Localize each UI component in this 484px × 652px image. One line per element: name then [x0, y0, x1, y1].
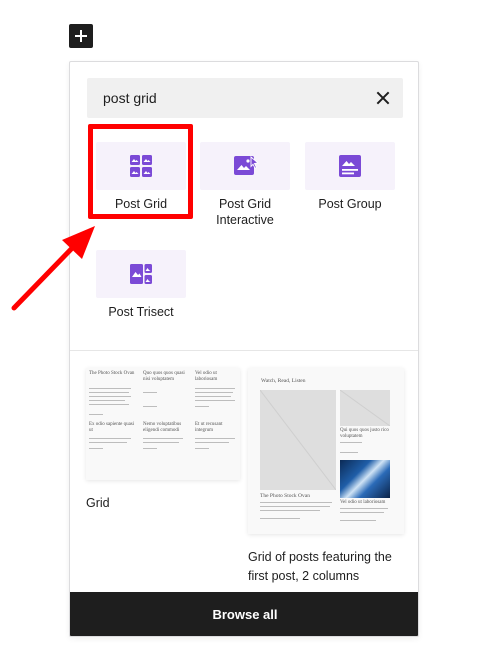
preview-post-title: Quo quos quos quasi nisi voluptatem [143, 371, 185, 382]
preview-post-title: The Photo Stock Ovan [89, 371, 135, 376]
post-group-icon [339, 155, 361, 177]
preview-ocean-image [340, 460, 390, 498]
block-tile [96, 250, 186, 298]
block-label: Post Trisect [108, 305, 174, 319]
divider [70, 350, 418, 351]
preview-post-title: Vel odio ut laboriosam [195, 371, 218, 382]
block-label: Post Grid [114, 197, 168, 211]
preview-post-title: Et ut recusant integrum [195, 422, 223, 433]
block-post-trisect[interactable]: Post Trisect [96, 250, 186, 320]
preview-post-title: Nemo voluptatibus eligendi commodi [143, 422, 182, 433]
post-trisect-icon [130, 264, 152, 284]
block-inserter-panel: Post Grid Post Grid Interactive Post Gro… [69, 61, 419, 637]
pattern-label: Grid of posts featuring the first post, … [248, 550, 392, 583]
pattern-preview: Watch, Read, Listen The Photo Stock Ovan… [248, 368, 404, 534]
block-tile [305, 142, 395, 190]
pattern-preview: The Photo Stock Ovan Quo quos quos quasi… [86, 368, 240, 480]
preview-post-title: Ex odio sapiente quasi ut [89, 422, 135, 433]
post-grid-icon [130, 155, 152, 177]
block-label: Post Group [318, 197, 382, 211]
preview-post-title: Qui quos quos justo rico voluptatem [340, 428, 389, 439]
block-post-grid[interactable]: Post Grid [96, 142, 186, 212]
block-post-grid-interactive[interactable]: Post Grid Interactive [200, 142, 290, 228]
block-label: Post Grid Interactive [216, 197, 274, 227]
preview-post-title: The Photo Stock Ovan [260, 493, 310, 499]
pattern-grid-featured[interactable]: Watch, Read, Listen The Photo Stock Ovan… [248, 368, 404, 586]
block-post-group[interactable]: Post Group [305, 142, 395, 212]
block-tile [200, 142, 290, 190]
preview-image-placeholder [260, 390, 336, 490]
preview-image-placeholder [340, 390, 390, 426]
search-input[interactable] [87, 78, 367, 118]
pattern-label: Grid [86, 496, 110, 510]
add-block-button[interactable] [69, 24, 93, 48]
block-search [87, 78, 403, 118]
preview-post-title: Vel odio ut laboriosam [340, 500, 386, 505]
pattern-grid[interactable]: The Photo Stock Ovan Quo quos quos quasi… [86, 368, 240, 513]
close-icon[interactable] [371, 86, 395, 110]
preview-heading: Watch, Read, Listen [261, 378, 306, 384]
block-tile [96, 142, 186, 190]
browse-all-button[interactable]: Browse all [70, 592, 418, 636]
post-grid-interactive-icon [234, 156, 259, 175]
